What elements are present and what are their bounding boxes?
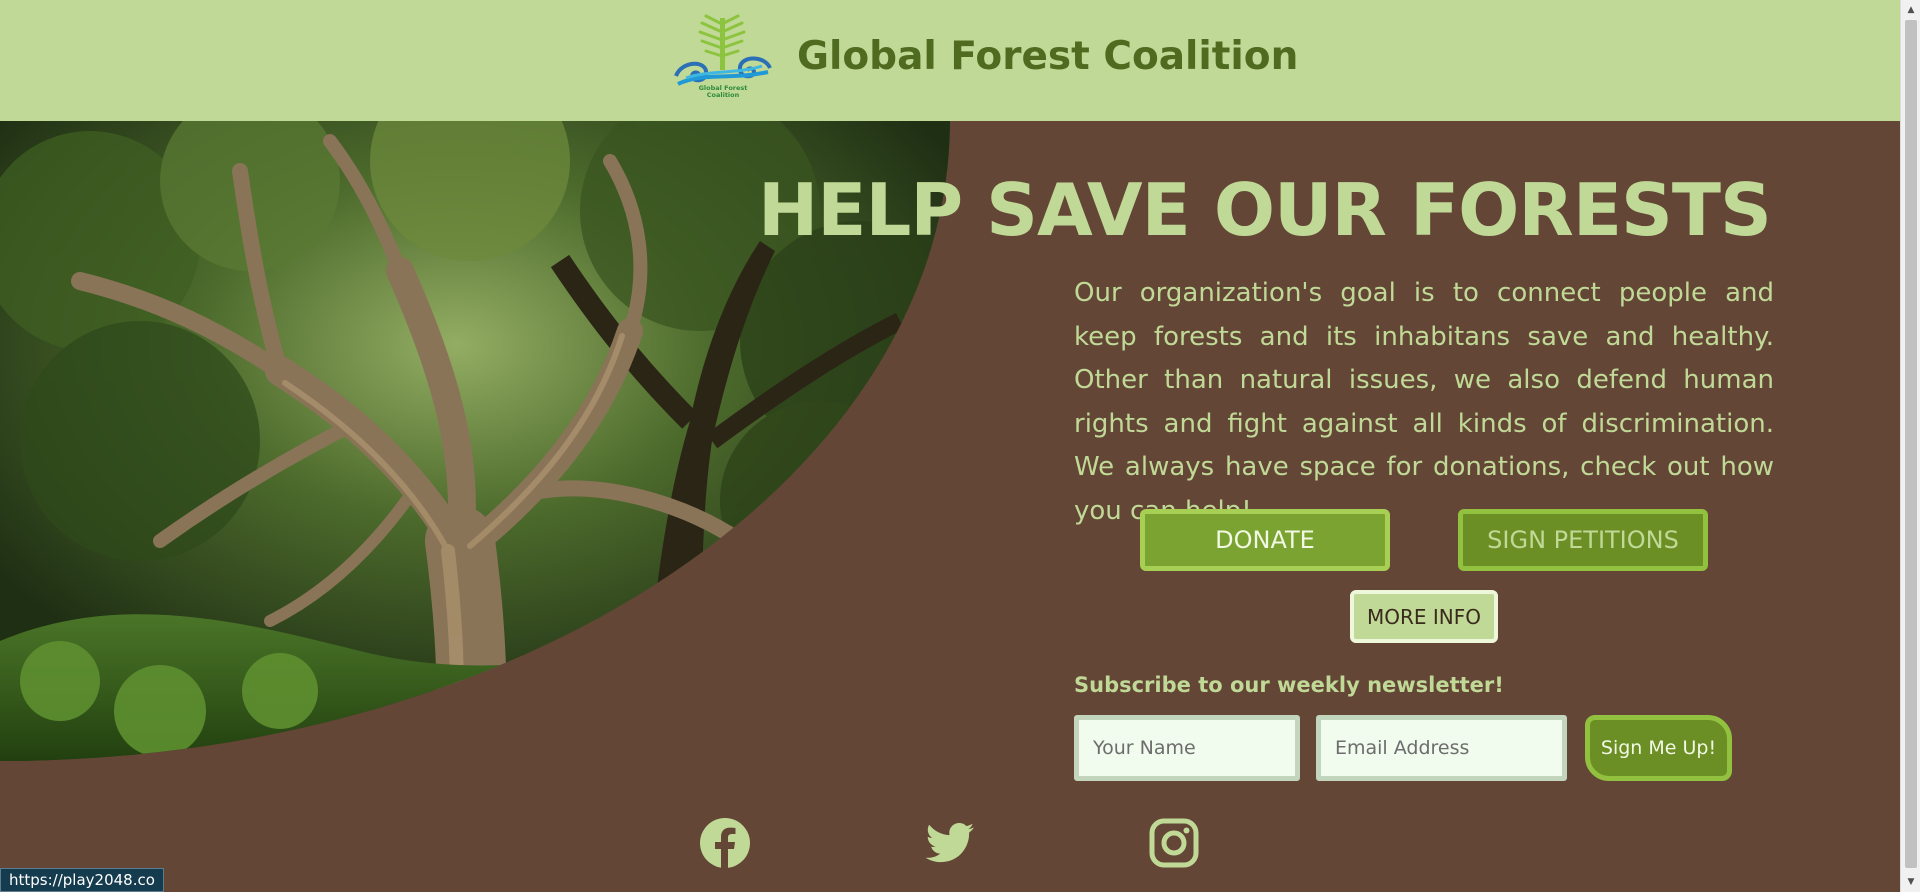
instagram-link[interactable] xyxy=(1148,817,1200,869)
sign-petitions-button[interactable]: SIGN PETITIONS xyxy=(1458,509,1708,571)
scrollbar-thumb[interactable] xyxy=(1905,20,1917,868)
site-title: Global Forest Coalition xyxy=(797,34,1299,79)
twitter-link[interactable] xyxy=(924,817,976,869)
newsletter-label: Subscribe to our weekly newsletter! xyxy=(1074,673,1504,697)
more-info-button[interactable]: MORE INFO xyxy=(1350,590,1498,643)
email-input[interactable] xyxy=(1316,715,1567,781)
hero-heading: HELP SAVE OUR FORESTS xyxy=(758,168,1772,252)
twitter-icon xyxy=(925,823,974,863)
facebook-link[interactable] xyxy=(699,817,751,869)
sign-up-button[interactable]: Sign Me Up! xyxy=(1585,715,1732,781)
instagram-icon xyxy=(1149,818,1199,868)
logo[interactable]: Global Forest Coalition xyxy=(672,10,774,102)
facebook-icon xyxy=(700,818,750,868)
hero-description: Our organization's goal is to connect pe… xyxy=(1074,278,1774,526)
scroll-down-icon[interactable]: ▼ xyxy=(1901,872,1920,892)
logo-text-line2: Coalition xyxy=(706,91,740,99)
name-input[interactable] xyxy=(1074,715,1300,781)
status-bar-url: https://play2048.co xyxy=(0,868,164,892)
scroll-up-icon[interactable]: ▲ xyxy=(1901,0,1920,20)
donate-button[interactable]: DONATE xyxy=(1140,509,1390,571)
vertical-scrollbar[interactable]: ▲ ▼ xyxy=(1900,0,1920,892)
site-header: Global Forest Coalition Global Forest Co… xyxy=(0,0,1900,121)
page: Global Forest Coalition Global Forest Co… xyxy=(0,0,1900,892)
